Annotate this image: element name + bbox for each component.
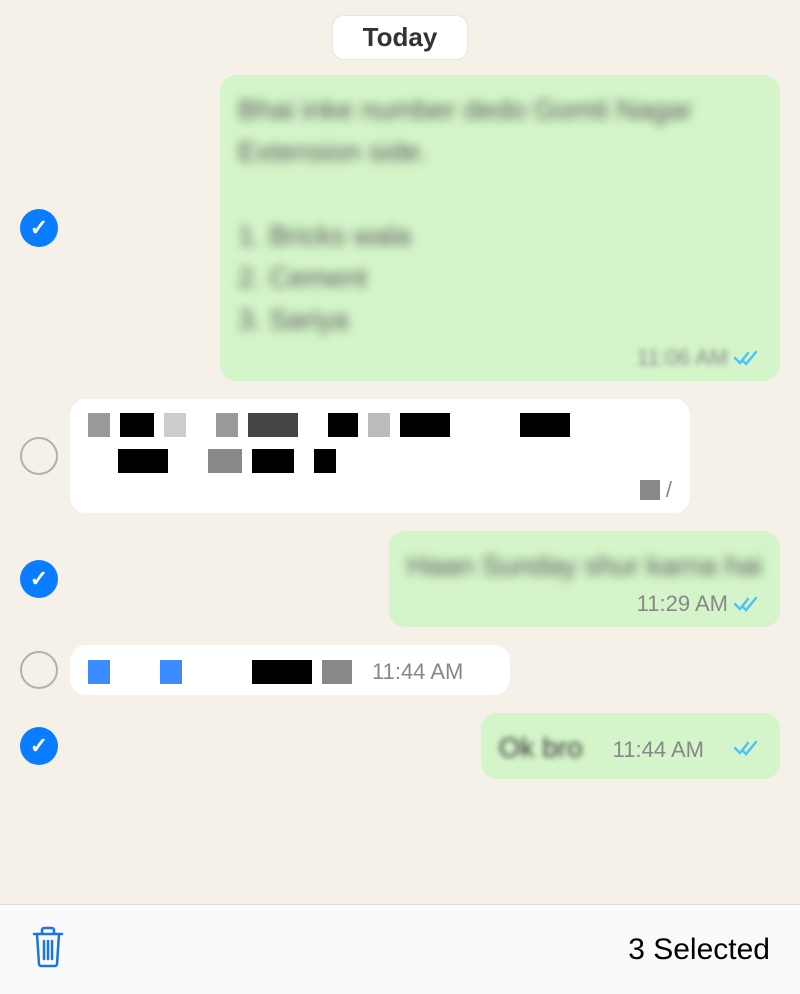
selected-count: 3 Selected: [628, 933, 770, 967]
check-icon: ✓: [30, 215, 48, 241]
selection-checkbox[interactable]: ✓: [20, 560, 58, 598]
selection-checkbox[interactable]: [20, 651, 58, 689]
message-bubble-outgoing[interactable]: Ok bro 11:44 AM: [481, 713, 780, 779]
message-bubble-outgoing[interactable]: Haan Sunday shur karna hai 11:29 AM: [389, 531, 780, 627]
selection-toolbar: 3 Selected: [0, 904, 800, 994]
message-row[interactable]: ✓ Bhai inke number dedo Gomti Nagar Exte…: [20, 75, 780, 381]
message-row[interactable]: 11:44 AM: [20, 645, 780, 695]
chat-area: Today ✓ Bhai inke number dedo Gomti Naga…: [0, 0, 800, 904]
redacted-content: [88, 449, 672, 473]
bubble-container: /: [70, 399, 780, 513]
message-text: Ok bro: [499, 727, 583, 769]
selection-checkbox[interactable]: [20, 437, 58, 475]
bubble-container: 11:44 AM: [70, 645, 780, 695]
date-header: Today: [20, 15, 780, 60]
message-row[interactable]: ✓ Haan Sunday shur karna hai 11:29 AM: [20, 531, 780, 627]
read-receipt-icon: [734, 595, 762, 613]
message-time: 11:44 AM: [372, 659, 463, 685]
redacted-content: [88, 413, 672, 437]
date-pill: Today: [332, 15, 469, 60]
selection-checkbox[interactable]: ✓: [20, 727, 58, 765]
message-time: 11:06 AM: [637, 345, 728, 371]
delete-button[interactable]: [30, 926, 66, 973]
read-receipt-icon: [734, 349, 762, 367]
bubble-container: Ok bro 11:44 AM: [70, 713, 780, 779]
message-bubble-incoming[interactable]: /: [70, 399, 690, 513]
read-receipt-icon: [734, 739, 762, 757]
redacted-content: 11:44 AM: [88, 659, 492, 685]
message-time: 11:29 AM: [637, 591, 728, 617]
message-meta: 11:06 AM: [238, 345, 762, 371]
check-icon: ✓: [30, 733, 48, 759]
message-time: 11:44 AM: [613, 737, 704, 763]
check-icon: ✓: [30, 566, 48, 592]
bubble-container: Haan Sunday shur karna hai 11:29 AM: [70, 531, 780, 627]
message-meta: 11:29 AM: [407, 591, 762, 617]
message-text: Haan Sunday shur karna hai: [407, 550, 762, 581]
message-row[interactable]: /: [20, 399, 780, 513]
message-row[interactable]: ✓ Ok bro 11:44 AM: [20, 713, 780, 779]
message-bubble-incoming[interactable]: 11:44 AM: [70, 645, 510, 695]
bubble-container: Bhai inke number dedo Gomti Nagar Extens…: [70, 75, 780, 381]
message-bubble-outgoing[interactable]: Bhai inke number dedo Gomti Nagar Extens…: [220, 75, 780, 381]
selection-checkbox[interactable]: ✓: [20, 209, 58, 247]
message-text: Bhai inke number dedo Gomti Nagar Extens…: [238, 89, 762, 341]
message-meta: /: [88, 477, 672, 503]
